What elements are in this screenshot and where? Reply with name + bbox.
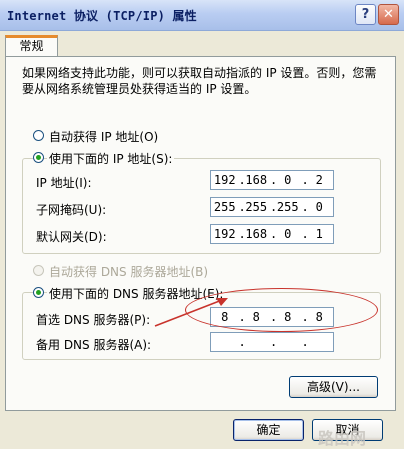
ok-button[interactable]: 确定 [233, 419, 304, 441]
manual-ip-label: 使用下面的 IP 地址(S): [47, 150, 175, 167]
gateway-field[interactable]: 192. 168. 0. 1 [210, 224, 334, 244]
ip-address-field[interactable]: 192. 168. 0. 2 [210, 170, 334, 190]
window-title: Internet 协议 (TCP/IP) 属性 [7, 9, 197, 23]
auto-dns-label: 自动获得 DNS 服务器地址(B) [49, 265, 209, 279]
auto-dns-radio[interactable] [33, 265, 44, 276]
annotation-arrow [154, 298, 228, 327]
ip-address-label: IP 地址(I): [36, 176, 92, 190]
manual-ip-radio[interactable] [33, 152, 44, 163]
help-button[interactable]: ? [355, 4, 376, 25]
subnet-mask-field[interactable]: 255. 255. 255. 0 [210, 197, 334, 217]
description-text: 如果网络支持此功能，则可以获取自动指派的 IP 设置。否则，您需要从网络系统管理… [22, 66, 377, 96]
title-bar: Internet 协议 (TCP/IP) 属性 ? ✕ [0, 0, 404, 31]
manual-dns-radio[interactable] [33, 287, 44, 298]
alternate-dns-label: 备用 DNS 服务器(A): [36, 338, 152, 352]
gateway-label: 默认网关(D): [36, 230, 107, 244]
close-button[interactable]: ✕ [378, 4, 399, 25]
tab-general[interactable]: 常规 [5, 35, 58, 57]
watermark-logo: 路由网 [318, 429, 367, 448]
preferred-dns-label: 首选 DNS 服务器(P): [36, 313, 151, 327]
auto-ip-radio[interactable] [33, 130, 44, 141]
advanced-button[interactable]: 高级(V)... [289, 376, 378, 398]
auto-ip-label: 自动获得 IP 地址(O) [49, 130, 159, 144]
alternate-dns-field[interactable]: . . . [210, 332, 334, 352]
subnet-mask-label: 子网掩码(U): [36, 203, 107, 217]
